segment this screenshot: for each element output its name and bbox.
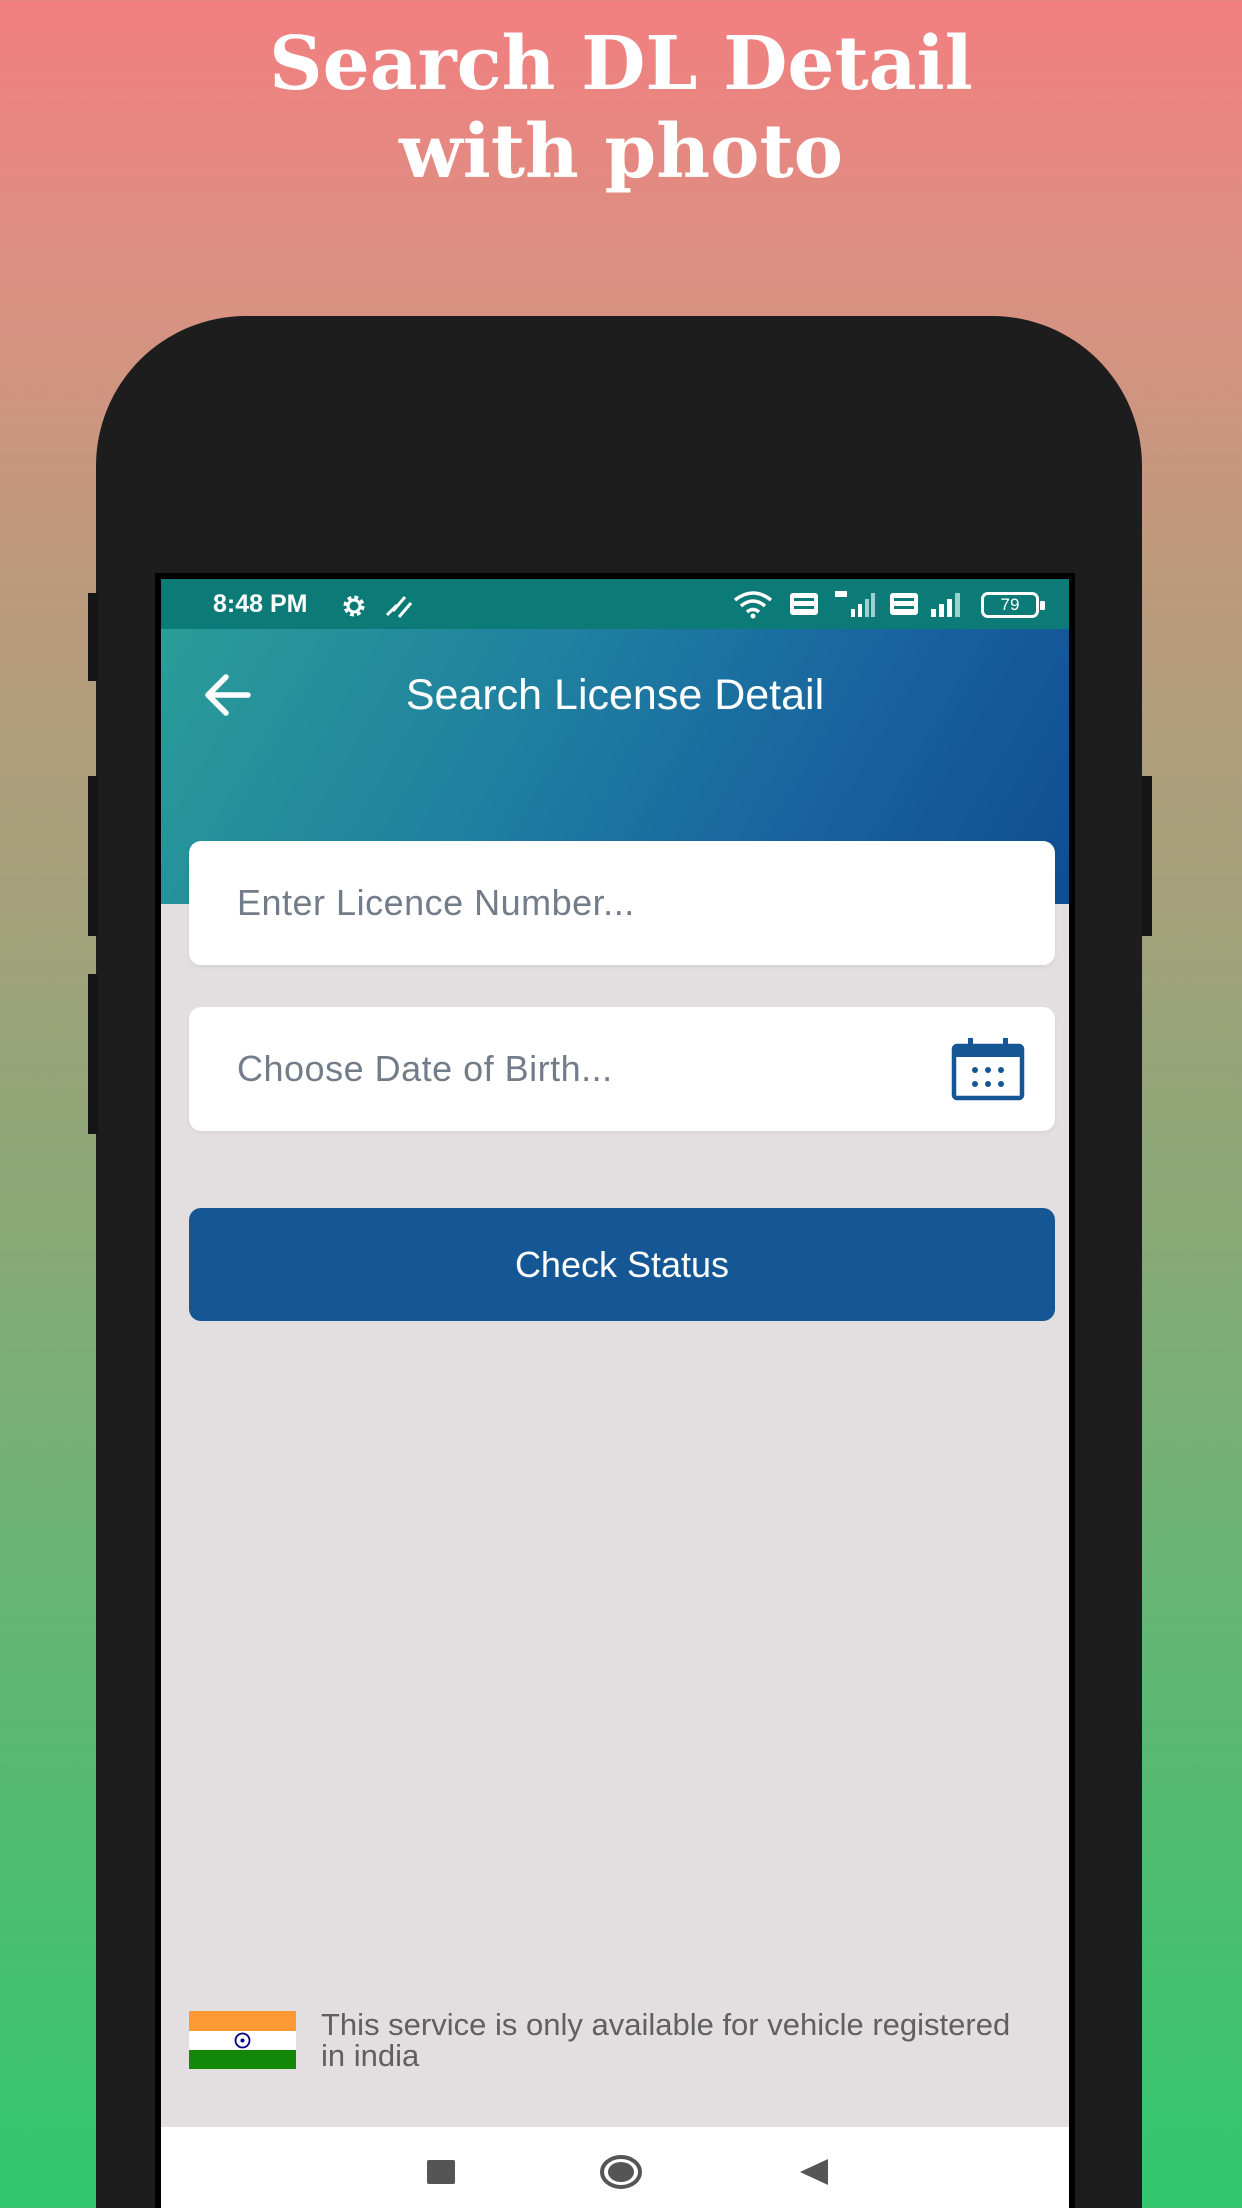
volte-icon	[790, 593, 818, 615]
recents-button[interactable]	[416, 2152, 466, 2192]
promo-title: Search DL Detail with photo	[0, 20, 1242, 196]
status-bar: 8:48 PM 79	[161, 579, 1069, 629]
satellite-icon	[385, 596, 413, 618]
phone-side-button	[88, 776, 98, 936]
back-triangle-icon	[800, 2159, 828, 2185]
availability-note: This service is only available for vehic…	[189, 2009, 1055, 2073]
phone-side-button	[88, 974, 98, 1134]
battery-icon: 79	[981, 592, 1045, 618]
licence-number-field	[189, 841, 1055, 965]
india-flag-icon	[189, 2011, 296, 2069]
calendar-icon[interactable]	[951, 1037, 1025, 1101]
phone-side-button	[1142, 776, 1152, 936]
gear-icon	[343, 595, 365, 617]
recents-square-icon	[427, 2160, 455, 2184]
back-nav-button[interactable]	[789, 2152, 839, 2192]
licence-number-input[interactable]	[237, 841, 937, 965]
promo-title-line2: with photo	[399, 109, 843, 195]
home-circle-icon	[600, 2155, 642, 2189]
date-of-birth-field	[189, 1007, 1055, 1131]
volte-icon	[890, 593, 918, 615]
check-status-button[interactable]: Check Status	[189, 1208, 1055, 1321]
wifi-icon	[733, 591, 773, 619]
phone-side-button	[88, 593, 98, 681]
signal-icon	[931, 593, 960, 617]
availability-note-text: This service is only available for vehic…	[321, 2007, 1011, 2073]
page-title: Search License Detail	[405, 671, 825, 719]
signal-4g-icon	[835, 591, 875, 617]
battery-level: 79	[1000, 595, 1020, 614]
app-screen: 8:48 PM 79 Search License Detail Enter L…	[155, 573, 1075, 2208]
status-time: 8:48 PM	[213, 590, 308, 618]
date-of-birth-input[interactable]	[237, 1007, 937, 1131]
promo-title-line1: Search DL Detail	[269, 21, 973, 107]
home-button[interactable]	[596, 2152, 646, 2192]
system-nav-bar	[161, 2127, 1069, 2208]
